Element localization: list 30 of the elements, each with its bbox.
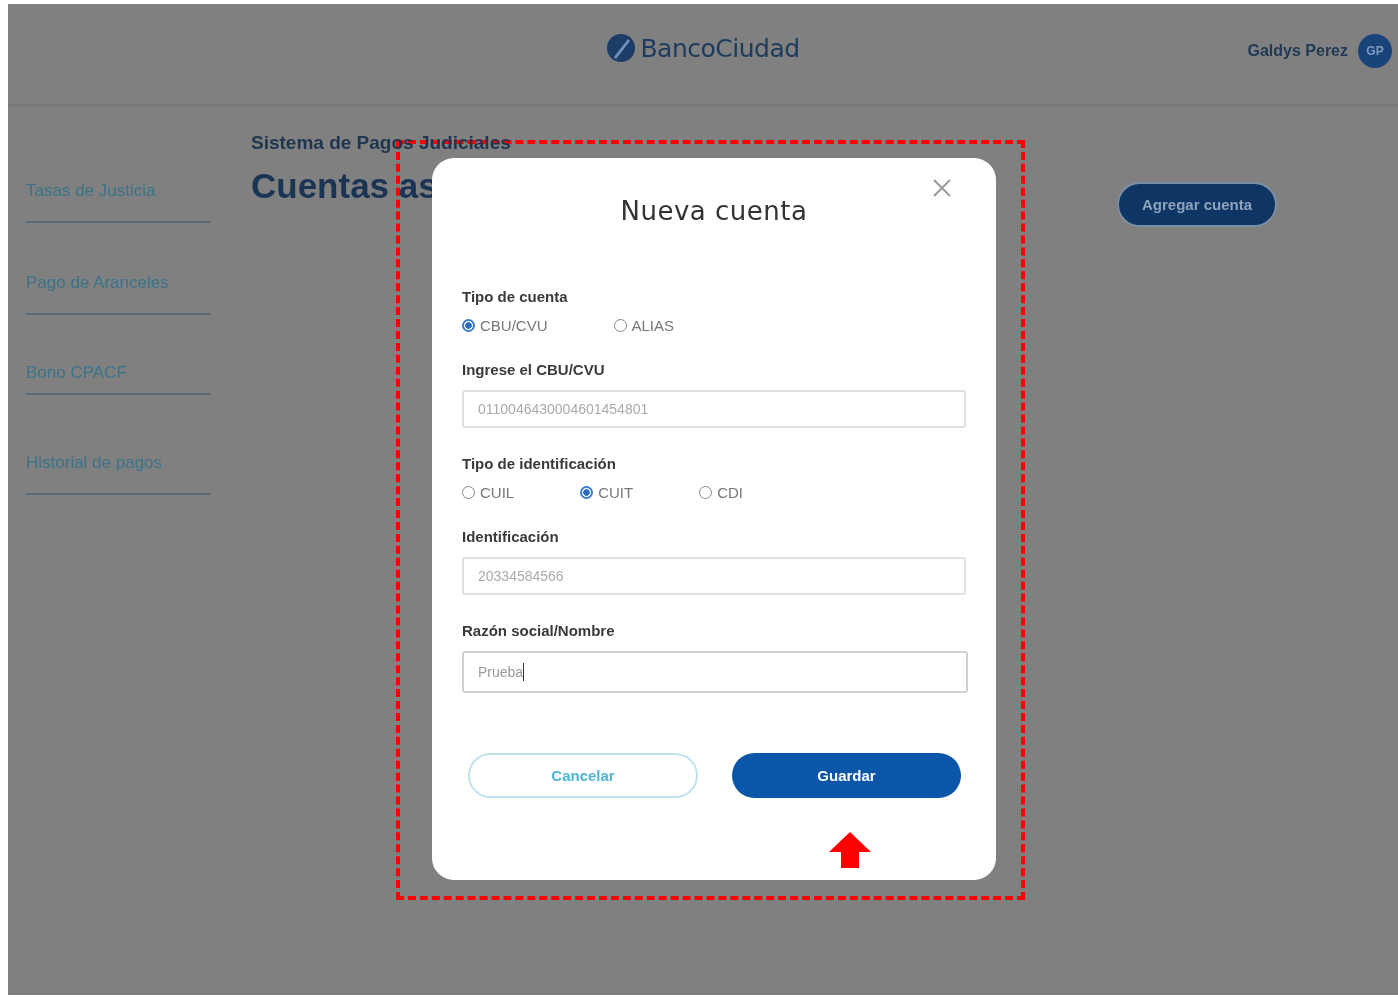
field-label: Razón social/Nombre bbox=[462, 622, 616, 639]
avatar[interactable]: GP bbox=[1358, 34, 1392, 68]
radio-button[interactable] bbox=[580, 486, 594, 499]
logo-icon bbox=[606, 33, 637, 63]
field-label: Ingrese el CBU/CVU bbox=[462, 361, 606, 378]
nav-link[interactable]: Bono CPACF bbox=[26, 363, 211, 395]
field-label: Identificación bbox=[462, 528, 560, 545]
add-account-button[interactable]: Agregar cuenta bbox=[1117, 182, 1277, 227]
dialog-title: Nueva cuenta bbox=[620, 196, 808, 228]
option-label: CDI bbox=[717, 484, 744, 501]
option-label: CBU/CVU bbox=[480, 317, 548, 334]
nav-link[interactable]: Pago de Aranceles bbox=[26, 273, 211, 315]
close-button[interactable] bbox=[932, 178, 952, 198]
nav-link[interactable]: Tasas de Justicia bbox=[26, 181, 211, 223]
radio-button[interactable] bbox=[462, 319, 475, 332]
input-field[interactable]: Prueba bbox=[462, 651, 968, 693]
logo-text: BancoCiudad bbox=[640, 33, 800, 63]
user-name: Galdys Perez bbox=[1247, 42, 1348, 60]
option-label: CUIL bbox=[480, 484, 515, 501]
input-field[interactable]: 20334584566 bbox=[462, 557, 966, 595]
input-field[interactable]: 0110046430004601454801 bbox=[462, 390, 966, 428]
field-label: Tipo de identificación bbox=[462, 455, 617, 472]
cancel-button[interactable]: Cancelar bbox=[468, 753, 698, 798]
close-icon bbox=[932, 178, 952, 198]
arrow-icon bbox=[829, 832, 871, 868]
option-label: ALIAS bbox=[631, 317, 675, 334]
field-label: Tipo de cuenta bbox=[462, 288, 569, 305]
save-button[interactable]: Guardar bbox=[732, 753, 961, 798]
nav-link[interactable]: Historial de pagos bbox=[26, 453, 211, 495]
option-label: CUIT bbox=[598, 484, 634, 501]
